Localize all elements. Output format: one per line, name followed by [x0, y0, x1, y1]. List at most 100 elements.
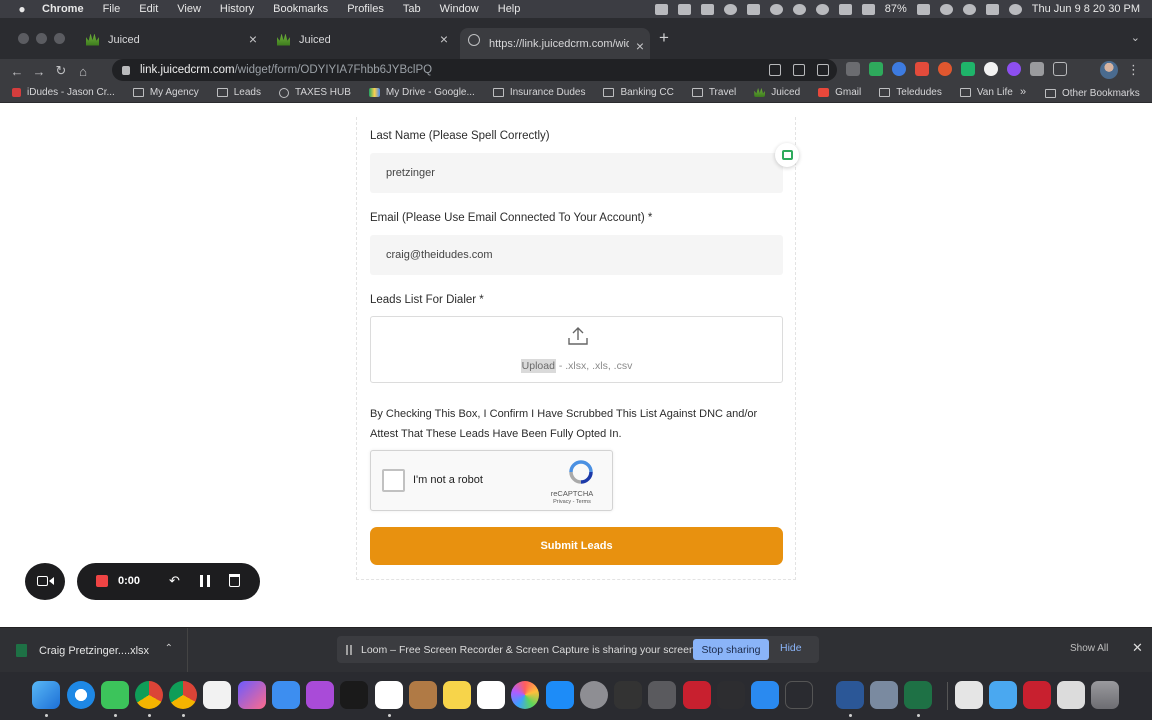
extension-icon[interactable]: [1007, 62, 1021, 76]
acrobat-icon[interactable]: [1023, 681, 1051, 709]
last-name-input[interactable]: [370, 153, 783, 193]
safari-icon[interactable]: [67, 681, 95, 709]
downloaded-file-item[interactable]: Craig Pretzinger....xlsx ⌃: [0, 628, 188, 673]
bookmark-folder[interactable]: Insurance Dudes: [492, 87, 585, 98]
loom-camera-toggle[interactable]: [25, 563, 65, 600]
menu-view[interactable]: View: [177, 3, 201, 15]
show-all-downloads-link[interactable]: Show All: [1070, 643, 1108, 654]
tab-juiced-2[interactable]: Juiced ×: [271, 28, 454, 51]
extension-icon[interactable]: [869, 62, 883, 76]
bluetooth-icon[interactable]: [861, 3, 875, 15]
bookmark-item[interactable]: iDudes - Jason Cr...: [12, 87, 115, 98]
airdrop-icon[interactable]: [792, 3, 806, 15]
document-icon[interactable]: [955, 681, 983, 709]
slack-icon[interactable]: [375, 681, 403, 709]
bookmark-folder[interactable]: My Agency: [132, 87, 199, 98]
tab-juiced-1[interactable]: Juiced ×: [80, 28, 263, 51]
status-app-icon[interactable]: [723, 3, 737, 15]
menu-history[interactable]: History: [220, 3, 254, 15]
clock-icon[interactable]: [769, 3, 783, 15]
back-arrow-icon[interactable]: ←: [6, 64, 28, 79]
zoom-window-button[interactable]: [54, 33, 65, 44]
bookmark-star-icon[interactable]: [817, 64, 829, 76]
camera-blocked-icon[interactable]: [769, 64, 781, 76]
restart-recording-icon[interactable]: ↶: [169, 573, 180, 589]
trash-icon[interactable]: [1091, 681, 1119, 709]
reload-icon[interactable]: ↻: [50, 63, 72, 79]
control-center-icon[interactable]: [985, 3, 999, 15]
forward-arrow-icon[interactable]: →: [28, 64, 50, 79]
email-input[interactable]: [370, 235, 783, 275]
minimize-window-button[interactable]: [36, 33, 47, 44]
focus-moon-icon[interactable]: [815, 3, 829, 15]
folder-icon[interactable]: [989, 681, 1017, 709]
podcasts-icon[interactable]: [306, 681, 334, 709]
tab-search-chevron-icon[interactable]: ⌄: [1131, 31, 1140, 44]
app-icon[interactable]: [785, 681, 813, 709]
address-bar[interactable]: link.juicedcrm.com/widget/form/ODYIYIA7F…: [112, 59, 837, 81]
bookmark-item[interactable]: Juiced: [754, 87, 800, 98]
finder-icon[interactable]: [32, 681, 60, 709]
status-app-icon[interactable]: [677, 3, 691, 15]
kebab-menu-icon[interactable]: ⋮: [1127, 62, 1140, 78]
other-bookmarks-folder[interactable]: Other Bookmarks: [1045, 83, 1140, 103]
hide-share-notice-button[interactable]: Hide: [780, 642, 802, 654]
menu-bookmarks[interactable]: Bookmarks: [273, 3, 328, 15]
photos-icon[interactable]: [511, 681, 539, 709]
extension-icon[interactable]: [984, 62, 998, 76]
contacts-icon[interactable]: [409, 681, 437, 709]
close-window-button[interactable]: [18, 33, 29, 44]
excel-icon[interactable]: [904, 681, 932, 709]
system-preferences-icon[interactable]: [580, 681, 608, 709]
bookmark-item[interactable]: TAXES HUB: [278, 87, 351, 98]
apple-tv-icon[interactable]: [340, 681, 368, 709]
submit-leads-button[interactable]: Submit Leads: [370, 527, 783, 565]
mail-icon[interactable]: [272, 681, 300, 709]
stop-sharing-button[interactable]: Stop sharing: [693, 639, 769, 660]
volume-icon[interactable]: [838, 3, 852, 15]
tab-juicedcrm-form-active[interactable]: https://link.juicedcrm.com/widg ×: [460, 28, 650, 59]
search-icon[interactable]: [962, 3, 976, 15]
word-icon[interactable]: [836, 681, 864, 709]
apple-menu-icon[interactable]: ●: [14, 2, 30, 16]
drag-handle-icon[interactable]: [346, 644, 352, 655]
close-tab-icon[interactable]: ×: [636, 38, 644, 54]
app-icon[interactable]: [683, 681, 711, 709]
status-app-icon[interactable]: [700, 3, 714, 15]
menu-window[interactable]: Window: [440, 3, 479, 15]
lock-icon[interactable]: [122, 65, 130, 75]
launchpad-icon[interactable]: [238, 681, 266, 709]
file-upload-dropzone[interactable]: Upload - .xlsx, .xls, .csv: [370, 316, 783, 383]
home-icon[interactable]: ⌂: [72, 64, 94, 79]
share-icon[interactable]: [793, 64, 805, 76]
chrome-icon[interactable]: [169, 681, 197, 709]
messages-icon[interactable]: [101, 681, 129, 709]
bookmark-folder[interactable]: Travel: [691, 87, 736, 98]
bookmark-folder[interactable]: Van Life: [959, 87, 1013, 98]
reminders-icon[interactable]: [477, 681, 505, 709]
menu-help[interactable]: Help: [498, 3, 521, 15]
calendar-icon[interactable]: [203, 681, 231, 709]
recaptcha-checkbox[interactable]: [382, 469, 405, 492]
app-icon[interactable]: [870, 681, 898, 709]
bookmark-folder[interactable]: Banking CC: [603, 87, 674, 98]
siri-icon[interactable]: [1008, 3, 1022, 15]
extensions-puzzle-icon[interactable]: [1030, 62, 1044, 76]
close-icon[interactable]: ✕: [1132, 640, 1143, 656]
side-panel-icon[interactable]: [1053, 62, 1067, 76]
bookmark-folder[interactable]: Leads: [216, 87, 261, 98]
menu-file[interactable]: File: [103, 3, 121, 15]
status-app-icon[interactable]: [654, 3, 668, 15]
menu-profiles[interactable]: Profiles: [347, 3, 384, 15]
status-app-icon[interactable]: [746, 3, 760, 15]
help-icon[interactable]: [717, 681, 745, 709]
extension-icon[interactable]: [915, 62, 929, 76]
chevron-up-icon[interactable]: ⌃: [165, 643, 173, 654]
app-store-icon[interactable]: [546, 681, 574, 709]
profile-avatar[interactable]: [1100, 61, 1118, 79]
document-icon[interactable]: [1057, 681, 1085, 709]
menu-tab[interactable]: Tab: [403, 3, 421, 15]
trash-icon[interactable]: [229, 574, 240, 587]
extension-icon[interactable]: [892, 62, 906, 76]
pause-icon[interactable]: [200, 575, 210, 587]
